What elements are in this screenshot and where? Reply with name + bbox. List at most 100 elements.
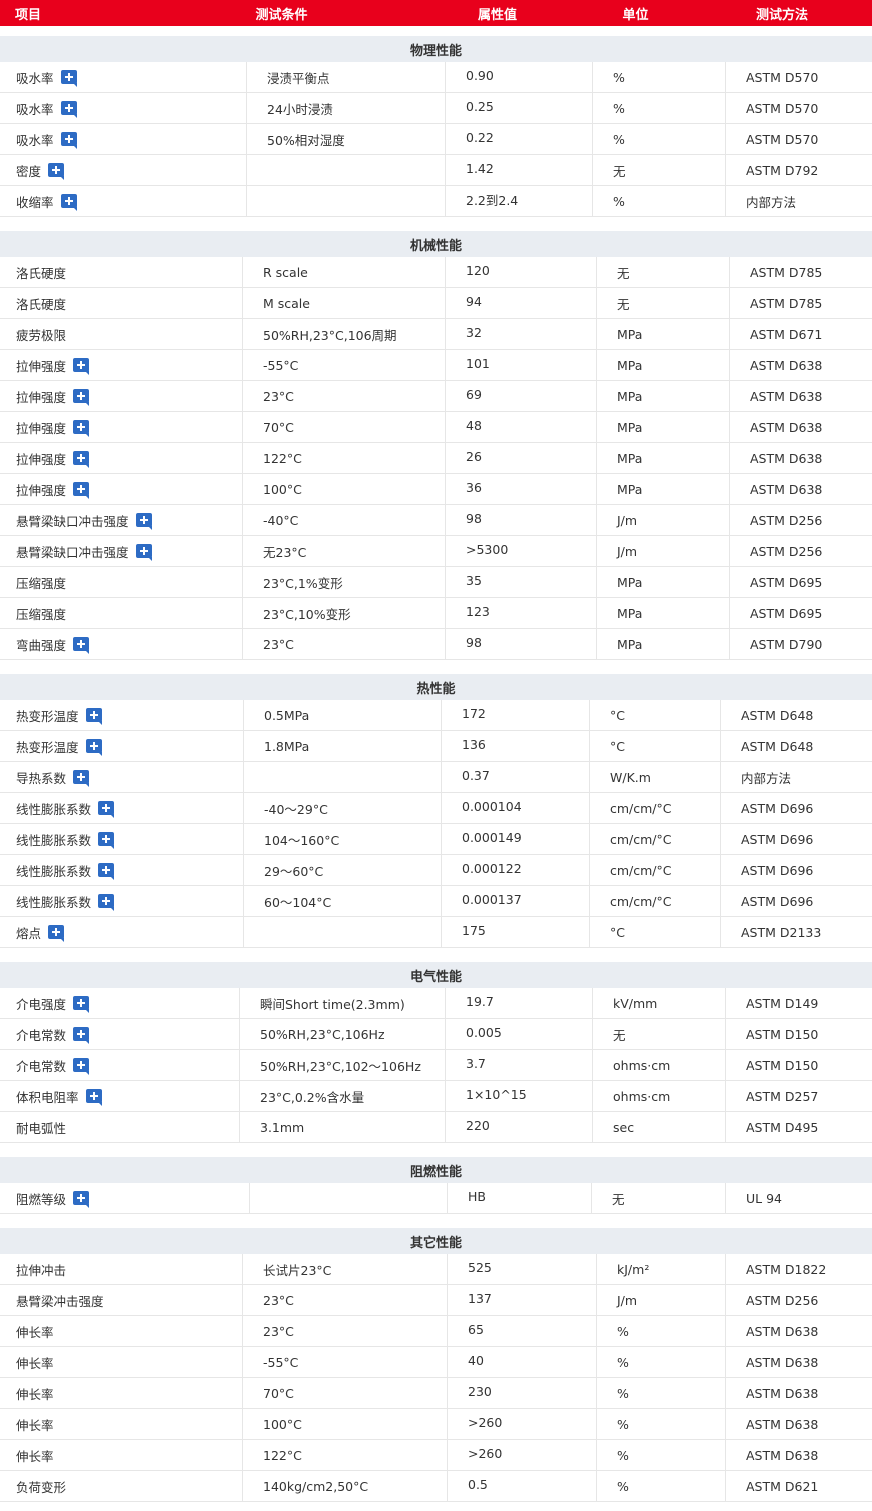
property-value: 65 bbox=[468, 1321, 484, 1337]
test-method-cell: ASTM D638 bbox=[726, 1440, 872, 1470]
test-method: ASTM D696 bbox=[741, 862, 814, 878]
property-name-cell: 拉伸强度 bbox=[0, 443, 243, 473]
test-method-cell: ASTM D570 bbox=[726, 124, 872, 154]
section: 其它性能 拉伸冲击 长试片23°C 525 kJ/m² ASTM D1822 悬臂梁冲击强度… bbox=[0, 1228, 872, 1502]
expand-plus-icon[interactable] bbox=[60, 101, 77, 118]
property-value: 3.7 bbox=[466, 1055, 486, 1071]
expand-plus-icon[interactable] bbox=[60, 70, 77, 87]
test-method: ASTM D256 bbox=[750, 543, 823, 559]
test-method: ASTM D638 bbox=[750, 450, 823, 466]
property-name: 疲劳极限 bbox=[16, 327, 67, 343]
property-name-cell: 负荷变形 bbox=[0, 1471, 243, 1501]
expand-plus-icon[interactable] bbox=[73, 637, 90, 654]
test-method-cell: ASTM D695 bbox=[730, 567, 872, 597]
property-unit-cell: W/K.m bbox=[590, 762, 721, 792]
expand-plus-icon[interactable] bbox=[73, 770, 90, 787]
property-unit: ohms·cm bbox=[613, 1088, 671, 1104]
section-title: 物理性能 bbox=[0, 36, 872, 62]
property-value-cell: 1×10^15 bbox=[446, 1081, 593, 1111]
property-value-cell: 136 bbox=[442, 731, 590, 761]
table-row: 吸水率 浸渍平衡点 0.90% ASTM D570 bbox=[0, 62, 872, 93]
expand-plus-icon[interactable] bbox=[73, 1027, 90, 1044]
expand-plus-icon[interactable] bbox=[98, 801, 115, 818]
table-row: 介电常数 50%RH,23°C,102～106Hz 3.7 ohms·cm ASTM D… bbox=[0, 1050, 872, 1081]
test-condition: M scale bbox=[263, 295, 310, 311]
test-method-cell: ASTM D1822 bbox=[726, 1254, 872, 1284]
property-name-cell: 吸水率 bbox=[0, 124, 247, 154]
property-value-cell: 26 bbox=[446, 443, 597, 473]
expand-plus-icon[interactable] bbox=[135, 513, 152, 530]
expand-plus-icon[interactable] bbox=[73, 1058, 90, 1075]
test-method-cell: ASTM D638 bbox=[730, 381, 872, 411]
test-method: ASTM D257 bbox=[746, 1088, 819, 1104]
test-condition-cell: 70°C bbox=[243, 1378, 448, 1408]
property-unit: 无 bbox=[617, 265, 630, 281]
property-name: 吸水率 bbox=[16, 70, 54, 86]
expand-plus-icon[interactable] bbox=[73, 420, 90, 437]
test-condition: -55°C bbox=[263, 357, 299, 373]
property-value-cell: 0.000122 bbox=[442, 855, 590, 885]
test-method-cell: ASTM D696 bbox=[721, 793, 872, 823]
test-method: ASTM D149 bbox=[746, 995, 819, 1011]
expand-plus-icon[interactable] bbox=[48, 163, 65, 180]
property-unit-cell: % bbox=[593, 186, 726, 216]
expand-plus-icon[interactable] bbox=[85, 1089, 102, 1106]
speech-tail-icon bbox=[72, 83, 77, 87]
test-condition: 70°C bbox=[263, 1385, 294, 1401]
test-method-cell: ASTM D256 bbox=[730, 536, 872, 566]
table-row: 吸水率 50%相对湿度 0.22% ASTM D570 bbox=[0, 124, 872, 155]
expand-plus-icon[interactable] bbox=[85, 708, 102, 725]
property-value-cell: 220 bbox=[446, 1112, 593, 1142]
expand-plus-icon[interactable] bbox=[73, 996, 90, 1013]
expand-plus-icon[interactable] bbox=[73, 482, 90, 499]
speech-tail-icon bbox=[147, 526, 152, 530]
test-condition: -55°C bbox=[263, 1354, 299, 1370]
property-unit-cell: cm/cm/°C bbox=[590, 824, 721, 854]
test-condition-cell: 长试片23°C bbox=[243, 1254, 448, 1284]
property-value: >260 bbox=[468, 1445, 503, 1461]
property-name: 伸长率 bbox=[16, 1355, 54, 1371]
property-value-cell: 32 bbox=[446, 319, 597, 349]
expand-plus-icon[interactable] bbox=[73, 389, 90, 406]
property-value-cell: 0.22 bbox=[446, 124, 593, 154]
property-name-cell: 导热系数 bbox=[0, 762, 244, 792]
property-name-cell: 吸水率 bbox=[0, 93, 247, 123]
property-value: HB bbox=[468, 1188, 486, 1204]
property-value-cell: 0.000104 bbox=[442, 793, 590, 823]
section-title: 电气性能 bbox=[0, 962, 872, 988]
table-row: 拉伸冲击 长试片23°C 525 kJ/m² ASTM D1822 bbox=[0, 1254, 872, 1285]
test-method-cell: ASTM D696 bbox=[721, 886, 872, 916]
speech-tail-icon bbox=[110, 814, 115, 818]
property-name: 热变形温度 bbox=[16, 739, 79, 755]
expand-plus-icon[interactable] bbox=[98, 894, 115, 911]
speech-tail-icon bbox=[72, 114, 77, 118]
expand-plus-icon[interactable] bbox=[73, 1191, 90, 1208]
expand-plus-icon[interactable] bbox=[60, 132, 77, 149]
expand-plus-icon[interactable] bbox=[48, 925, 65, 942]
property-unit-cell: MPa bbox=[597, 443, 730, 473]
test-condition-cell: 浸渍平衡点 bbox=[247, 62, 446, 92]
expand-plus-icon[interactable] bbox=[135, 544, 152, 561]
test-method-cell: 内部方法 bbox=[726, 186, 872, 216]
test-condition-cell: 0.5MPa bbox=[244, 700, 442, 730]
expand-plus-icon[interactable] bbox=[98, 832, 115, 849]
expand-plus-icon[interactable] bbox=[98, 863, 115, 880]
expand-plus-icon[interactable] bbox=[60, 194, 77, 211]
property-unit: % bbox=[617, 1354, 629, 1370]
expand-plus-icon[interactable] bbox=[73, 358, 90, 375]
property-unit-cell: 无 bbox=[593, 1019, 726, 1049]
test-method-cell: ASTM D638 bbox=[730, 474, 872, 504]
test-condition-cell: 50%RH,23°C,106周期 bbox=[243, 319, 446, 349]
speech-tail-icon bbox=[85, 1040, 90, 1044]
test-condition-cell: 70°C bbox=[243, 412, 446, 442]
property-name: 阻燃等级 bbox=[16, 1191, 67, 1207]
expand-plus-icon[interactable] bbox=[85, 739, 102, 756]
property-unit: °C bbox=[610, 707, 625, 723]
property-value: 101 bbox=[466, 355, 490, 371]
expand-plus-icon[interactable] bbox=[73, 451, 90, 468]
property-unit: sec bbox=[613, 1119, 635, 1135]
property-name-cell: 拉伸冲击 bbox=[0, 1254, 243, 1284]
property-unit-cell: % bbox=[597, 1440, 726, 1470]
test-condition: 3.1mm bbox=[260, 1119, 305, 1135]
property-unit: J/m bbox=[617, 543, 638, 559]
